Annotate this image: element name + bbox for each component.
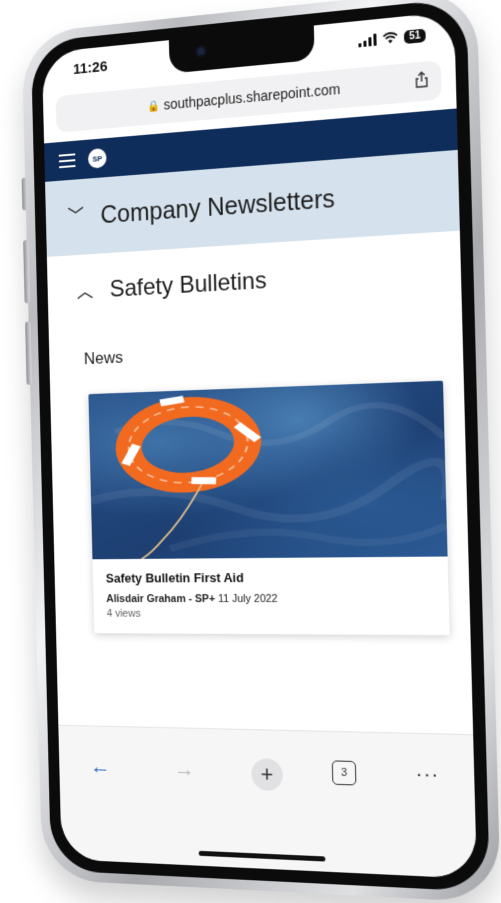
arrow-right-icon: → bbox=[173, 755, 196, 782]
home-indicator bbox=[198, 850, 326, 862]
news-card[interactable]: Safety Bulletin First Aid Alisdair Graha… bbox=[88, 380, 450, 636]
volume-down-button bbox=[25, 321, 33, 385]
ellipsis-icon: ··· bbox=[415, 762, 440, 787]
more-button[interactable]: ··· bbox=[407, 762, 449, 787]
chevron-up-icon: ︿ bbox=[76, 281, 94, 302]
status-time: 11:26 bbox=[72, 57, 108, 78]
silent-switch bbox=[21, 177, 28, 211]
phone-mockup: 11:26 51 🔒 southpacplus.sharepoint.com S… bbox=[21, 0, 501, 903]
news-card-body: Safety Bulletin First Aid Alisdair Graha… bbox=[92, 557, 449, 636]
news-title[interactable]: Safety Bulletin First Aid bbox=[106, 569, 434, 585]
section-title: Company Newsletters bbox=[100, 184, 336, 230]
wifi-icon bbox=[382, 31, 398, 44]
news-author: Alisdair Graham - SP+ bbox=[106, 593, 216, 606]
new-tab-button[interactable]: + bbox=[251, 758, 284, 792]
status-icons: 51 bbox=[358, 28, 426, 48]
news-views: 4 views bbox=[106, 607, 141, 620]
subsection-title: Safety Bulletins bbox=[109, 267, 267, 303]
hamburger-menu-icon[interactable] bbox=[58, 150, 76, 173]
volume-up-button bbox=[23, 239, 31, 304]
url-text: southpacplus.sharepoint.com bbox=[163, 80, 341, 113]
site-logo[interactable]: SP bbox=[87, 147, 107, 169]
forward-button[interactable]: → bbox=[165, 756, 204, 783]
lock-icon: 🔒 bbox=[146, 99, 161, 113]
camera-icon bbox=[195, 45, 207, 58]
tabs-button[interactable]: 3 bbox=[331, 760, 357, 786]
news-thumbnail bbox=[88, 380, 448, 560]
browser-toolbar: ← → + 3 ··· bbox=[58, 724, 477, 879]
share-icon[interactable] bbox=[414, 71, 429, 89]
chevron-down-icon: ﹀ bbox=[67, 206, 85, 227]
phone-screen: 11:26 51 🔒 southpacplus.sharepoint.com S… bbox=[41, 11, 477, 879]
back-button[interactable]: ← bbox=[82, 753, 119, 779]
plus-icon: + bbox=[260, 761, 274, 787]
news-meta: Alisdair Graham - SP+ 11 July 2022 bbox=[106, 593, 434, 605]
news-date: 11 July 2022 bbox=[217, 593, 278, 606]
life-ring-icon bbox=[88, 381, 447, 560]
signal-icon bbox=[358, 33, 377, 48]
battery-icon: 51 bbox=[403, 28, 426, 44]
arrow-left-icon: ← bbox=[89, 753, 111, 779]
